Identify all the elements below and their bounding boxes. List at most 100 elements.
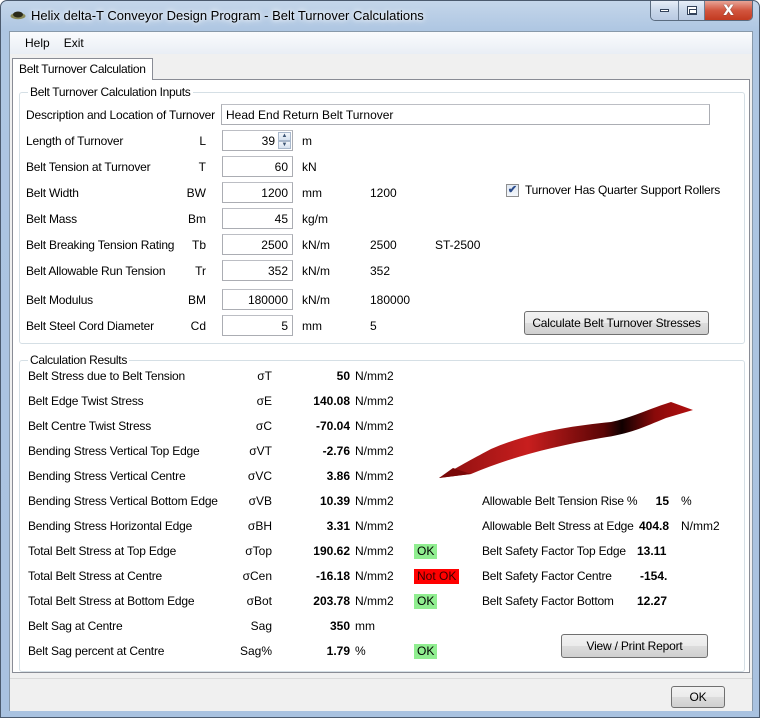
safety-factor-bottom-value: 12.27 xyxy=(637,594,668,608)
result-sag-symbol: Sag xyxy=(250,619,272,633)
calculate-stresses-button[interactable]: Calculate Belt Turnover Stresses xyxy=(524,311,709,335)
safety-factor-top-value: 13.11 xyxy=(637,544,667,558)
result-edge-twist-unit: N/mm2 xyxy=(355,394,394,408)
minimize-button[interactable] xyxy=(651,1,679,20)
result-bending-bh-unit: N/mm2 xyxy=(355,519,394,533)
result-total-top-symbol: σTop xyxy=(245,544,272,558)
close-icon: X xyxy=(723,2,734,19)
result-edge-twist-label: Belt Edge Twist Stress xyxy=(28,394,144,408)
result-centre-twist-label: Belt Centre Twist Stress xyxy=(28,419,152,433)
width-unit: mm xyxy=(302,186,322,200)
breaking-tension-label: Belt Breaking Tension Rating xyxy=(26,238,175,252)
run-tension-unit: kN/m xyxy=(302,264,330,278)
run-tension-reference: 352 xyxy=(370,264,391,278)
ok-button[interactable]: OK xyxy=(671,686,725,708)
cord-diameter-reference: 5 xyxy=(370,319,377,333)
result-total-top-label: Total Belt Stress at Top Edge xyxy=(28,544,177,558)
inputs-group-title: Belt Turnover Calculation Inputs xyxy=(28,85,193,99)
dialog-footer: OK xyxy=(10,678,752,711)
allowable-edge-stress-unit: N/mm2 xyxy=(681,519,720,533)
result-total-centre-value: -16.18 xyxy=(315,569,350,583)
length-value: 39 xyxy=(261,134,275,148)
status-badge: OK xyxy=(414,594,438,609)
close-button[interactable]: X xyxy=(705,1,752,20)
result-centre-twist-value: -70.04 xyxy=(315,419,350,433)
maximize-button[interactable] xyxy=(679,1,705,20)
length-symbol: L xyxy=(199,134,206,148)
menu-help[interactable]: Help xyxy=(18,32,57,54)
belt-class-reference: ST-2500 xyxy=(435,238,481,252)
status-badge: Not OK xyxy=(414,569,460,584)
result-bending-bh-value: 3.31 xyxy=(326,519,350,533)
status-badge: OK xyxy=(414,544,438,559)
result-edge-twist-symbol: σE xyxy=(256,394,272,408)
length-label: Length of Turnover xyxy=(26,134,124,148)
result-sag-unit: mm xyxy=(355,619,375,633)
result-total-top-value: 190.62 xyxy=(313,544,350,558)
title-bar[interactable]: Helix delta-T Conveyor Design Program - … xyxy=(1,1,759,31)
menu-exit[interactable]: Exit xyxy=(57,32,91,54)
helix-logo-icon xyxy=(10,11,26,20)
result-bending-vt-symbol: σVT xyxy=(249,444,272,458)
description-label: Description and Location of Turnover xyxy=(26,108,215,122)
result-sag-value: 350 xyxy=(329,619,350,633)
status-badge: OK xyxy=(414,644,438,659)
menu-bar: Help Exit xyxy=(10,32,752,54)
cord-diameter-input[interactable]: 5 xyxy=(222,315,293,336)
length-unit: m xyxy=(302,134,312,148)
result-sag-percent-symbol: Sag% xyxy=(239,644,272,658)
width-symbol: BW xyxy=(186,186,206,200)
result-stress-tension-value: 50 xyxy=(336,369,350,383)
result-bending-vc-label: Bending Stress Vertical Centre xyxy=(28,469,186,483)
result-total-top-unit: N/mm2 xyxy=(355,544,394,558)
result-bending-vc-unit: N/mm2 xyxy=(355,469,394,483)
minimize-icon xyxy=(660,9,669,12)
result-stress-tension-label: Belt Stress due to Belt Tension xyxy=(28,369,186,383)
modulus-symbol: BM xyxy=(188,293,206,307)
modulus-reference: 180000 xyxy=(370,293,411,307)
mass-unit: kg/m xyxy=(302,212,329,226)
result-edge-twist-value: 140.08 xyxy=(313,394,350,408)
allowable-edge-stress-value: 404.8 xyxy=(638,519,669,533)
modulus-label: Belt Modulus xyxy=(26,293,93,307)
result-bending-vt-label: Bending Stress Vertical Top Edge xyxy=(28,444,200,458)
run-tension-symbol: Tr xyxy=(195,264,206,278)
safety-factor-top-label: Belt Safety Factor Top Edge xyxy=(482,544,626,558)
spin-up-icon[interactable]: ▲ xyxy=(278,132,291,141)
result-bending-vt-unit: N/mm2 xyxy=(355,444,394,458)
quarter-rollers-label[interactable]: Turnover Has Quarter Support Rollers xyxy=(525,183,720,197)
view-print-report-button[interactable]: View / Print Report xyxy=(561,634,708,658)
description-input[interactable]: Head End Return Belt Turnover xyxy=(221,104,710,125)
breaking-tension-input[interactable]: 2500 xyxy=(222,234,293,255)
run-tension-input[interactable]: 352 xyxy=(222,260,293,281)
result-stress-tension-unit: N/mm2 xyxy=(355,369,394,383)
length-spinbox[interactable]: 39 ▲ ▼ xyxy=(222,130,293,151)
allowable-tension-rise-unit: % xyxy=(681,494,692,508)
result-bending-vb-unit: N/mm2 xyxy=(355,494,394,508)
tension-label: Belt Tension at Turnover xyxy=(26,160,151,174)
tension-input[interactable]: 60 xyxy=(222,156,293,177)
safety-factor-centre-value: -154. xyxy=(640,569,668,583)
modulus-input[interactable]: 180000 xyxy=(222,289,293,310)
width-input[interactable]: 1200 xyxy=(222,182,293,203)
result-bending-vb-symbol: σVB xyxy=(248,494,272,508)
tab-belt-turnover-calculation[interactable]: Belt Turnover Calculation xyxy=(12,58,153,80)
maximize-icon xyxy=(686,6,697,15)
run-tension-label: Belt Allowable Run Tension xyxy=(26,264,166,278)
quarter-rollers-checkbox[interactable]: ✔ xyxy=(506,184,519,197)
result-sag-percent-label: Belt Sag percent at Centre xyxy=(28,644,165,658)
app-window: Helix delta-T Conveyor Design Program - … xyxy=(0,0,760,718)
result-bending-vb-value: 10.39 xyxy=(319,494,350,508)
width-label: Belt Width xyxy=(26,186,79,200)
result-bending-vc-value: 3.86 xyxy=(326,469,350,483)
mass-input[interactable]: 45 xyxy=(222,208,293,229)
spin-down-icon[interactable]: ▼ xyxy=(278,140,291,149)
cord-diameter-label: Belt Steel Cord Diameter xyxy=(26,319,154,333)
width-reference: 1200 xyxy=(370,186,397,200)
belt-turnover-graphic xyxy=(439,402,693,478)
cord-diameter-symbol: Cd xyxy=(190,319,206,333)
mass-symbol: Bm xyxy=(188,212,206,226)
belt-surface xyxy=(439,402,693,478)
result-total-bottom-symbol: σBot xyxy=(246,594,272,608)
tension-unit: kN xyxy=(302,160,317,174)
